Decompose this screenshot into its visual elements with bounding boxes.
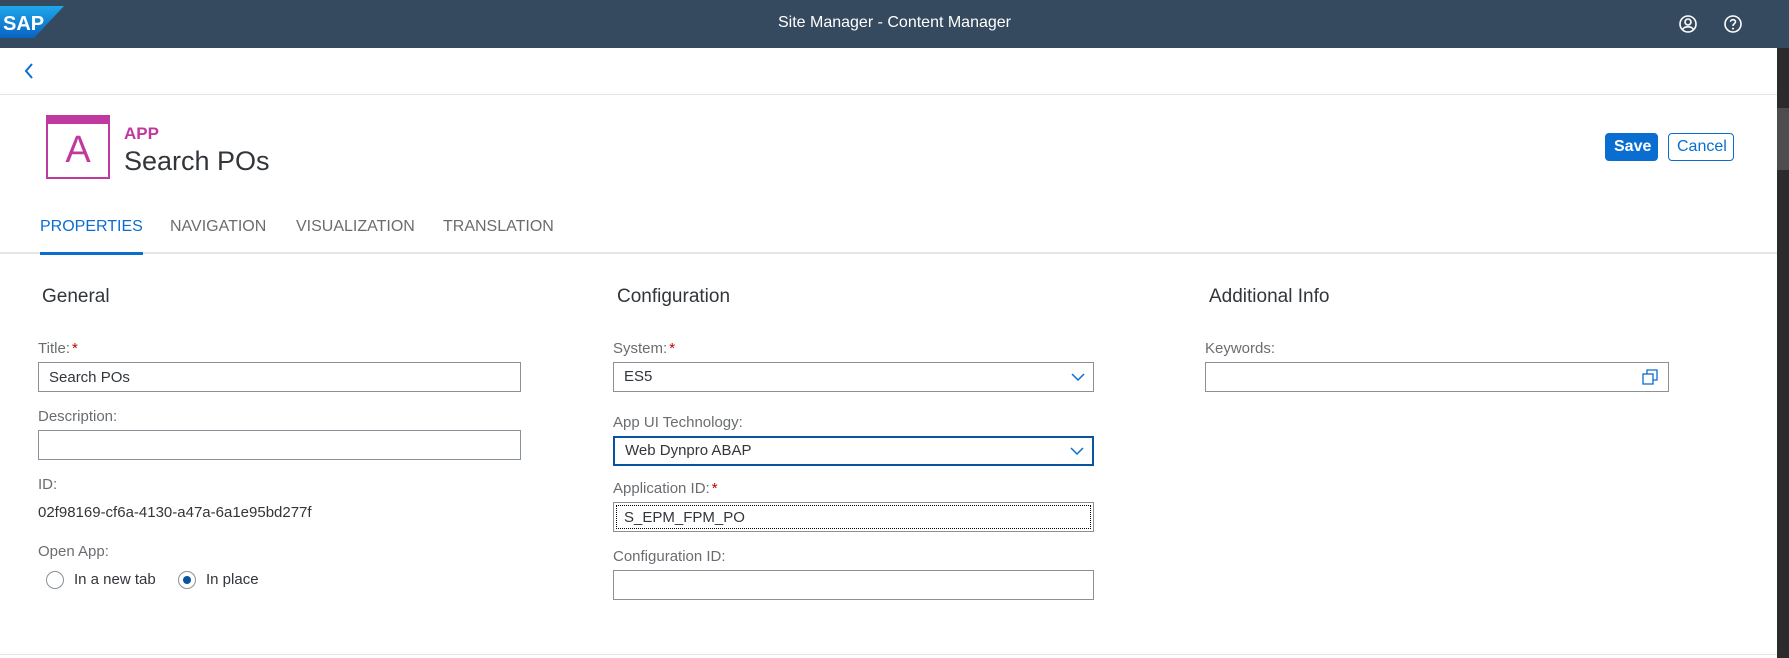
back-button[interactable] [16,58,42,84]
nav-bar [0,48,1777,95]
value-help-icon[interactable] [1642,369,1658,385]
window-edge [1777,48,1789,658]
chevron-down-icon [1070,447,1084,456]
cancel-button[interactable]: Cancel [1668,133,1734,161]
id-label: ID: [38,476,58,493]
description-label: Description: [38,408,118,425]
object-type: APP [124,124,159,143]
user-icon[interactable] [1676,12,1700,36]
application-id-label: Application ID: * [613,480,718,497]
tab-visualization[interactable]: VISUALIZATION [296,218,415,252]
sap-logo[interactable]: SAP [0,6,64,38]
svg-text:SAP: SAP [3,13,44,35]
technology-select[interactable]: Web Dynpro ABAP [613,436,1094,466]
tab-properties[interactable]: PROPERTIES [40,218,143,255]
tech-label: App UI Technology: [613,414,743,431]
tab-translation[interactable]: TRANSLATION [443,218,554,252]
radio-new-tab-label[interactable]: In a new tab [74,571,156,588]
tab-navigation[interactable]: NAVIGATION [170,218,266,252]
technology-value: Web Dynpro ABAP [625,442,752,459]
system-select[interactable]: ES5 [613,362,1094,392]
configuration-id-input[interactable] [613,570,1094,600]
radio-in-place[interactable] [178,571,196,589]
id-value: 02f98169-cf6a-4130-a47a-6a1e95bd277f [38,504,312,521]
shell-bar: SAP Site Manager - Content Manager [0,0,1789,48]
keywords-label: Keywords: [1205,340,1276,357]
system-label: System: * [613,340,676,357]
keywords-input[interactable] [1205,362,1669,392]
radio-in-place-label[interactable]: In place [206,571,259,588]
section-general-title: General [42,286,110,307]
save-button[interactable]: Save [1605,133,1658,161]
help-icon[interactable] [1721,12,1745,36]
chevron-down-icon [1071,373,1085,382]
chevron-left-icon [24,63,33,79]
section-configuration-title: Configuration [617,286,731,307]
footer-divider [0,654,1777,655]
title-input[interactable] [38,362,521,392]
page-title: Search POs [124,146,270,176]
shell-title: Site Manager - Content Manager [777,14,1011,31]
tab-bar: PROPERTIES NAVIGATION VISUALIZATION TRAN… [0,204,1777,255]
open-app-label: Open App: [38,543,109,560]
configuration-id-label: Configuration ID: [613,548,726,565]
section-additional-title: Additional Info [1209,286,1330,307]
radio-new-tab[interactable] [46,571,64,589]
app-icon: A [46,115,110,179]
description-input[interactable] [38,430,521,460]
system-value: ES5 [624,368,653,385]
application-id-input[interactable] [613,502,1094,532]
title-label: Title: * [38,340,78,357]
